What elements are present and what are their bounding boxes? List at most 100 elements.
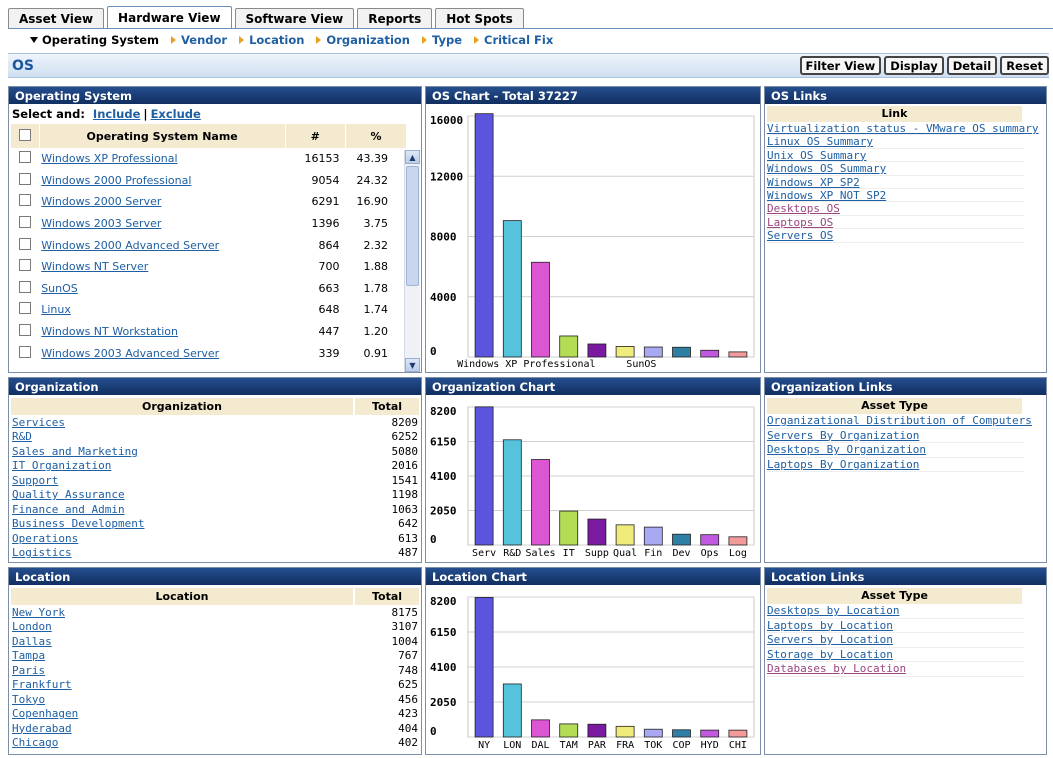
chart-bar[interactable] — [502, 439, 522, 546]
name-link[interactable]: Dallas — [12, 635, 52, 648]
chart-bar[interactable] — [474, 597, 494, 738]
chart-bar[interactable] — [615, 346, 635, 358]
name-link[interactable]: Tampa — [12, 649, 45, 662]
os-name-link[interactable]: SunOS — [41, 282, 78, 295]
row-checkbox[interactable] — [19, 345, 32, 358]
desktops-os-link[interactable]: Desktops OS — [767, 202, 840, 215]
reset-button[interactable]: Reset — [1000, 56, 1049, 75]
chart-bar[interactable] — [700, 729, 720, 738]
row-checkbox[interactable] — [19, 302, 32, 315]
subnav-type[interactable]: Type — [421, 33, 462, 47]
name-link[interactable]: Tokyo — [12, 693, 45, 706]
row-checkbox[interactable] — [19, 172, 32, 185]
os-name-link[interactable]: Windows 2003 Advanced Server — [41, 347, 219, 360]
chart-bar[interactable] — [728, 351, 748, 358]
row-checkbox[interactable] — [19, 216, 32, 229]
chart-bar[interactable] — [474, 113, 494, 358]
row-checkbox[interactable] — [19, 151, 32, 164]
chart-bar[interactable] — [615, 524, 635, 546]
windows-xp-not-sp2-link[interactable]: Windows XP NOT SP2 — [767, 189, 886, 202]
name-link[interactable]: Support — [12, 474, 58, 487]
os-name-link[interactable]: Windows 2003 Server — [41, 217, 161, 230]
windows-os-summary-link[interactable]: Windows OS Summary — [767, 162, 886, 175]
row-checkbox[interactable] — [19, 237, 32, 250]
subnav-vendor[interactable]: Vendor — [171, 33, 227, 47]
select-all-checkbox[interactable] — [18, 128, 31, 141]
chart-bar[interactable] — [531, 459, 550, 546]
laptops-os-link[interactable]: Laptops OS — [767, 216, 833, 229]
name-link[interactable]: Services — [12, 416, 65, 429]
desktops-by-location-link[interactable]: Desktops by Location — [767, 604, 899, 617]
include-link[interactable]: Include — [93, 107, 140, 121]
tab-hardware-view[interactable]: Hardware View — [107, 6, 232, 29]
chart-bar[interactable] — [531, 261, 550, 358]
subnav-organization[interactable]: Organization — [316, 33, 410, 47]
name-link[interactable]: Sales and Marketing — [12, 445, 138, 458]
tab-software-view[interactable]: Software View — [234, 8, 355, 28]
name-link[interactable]: Chicago — [12, 736, 58, 749]
filter-view-button[interactable]: Filter View — [799, 56, 882, 75]
name-link[interactable]: New York — [12, 606, 65, 619]
tab-reports[interactable]: Reports — [357, 8, 433, 28]
row-checkbox[interactable] — [19, 324, 32, 337]
scroll-up-button[interactable]: ▲ — [405, 150, 420, 164]
chart-bar[interactable] — [643, 346, 663, 358]
chart-bar[interactable] — [531, 719, 550, 738]
windows-xp-sp2-link[interactable]: Windows XP SP2 — [767, 176, 860, 189]
os-name-link[interactable]: Linux — [41, 303, 71, 316]
laptops-by-organization-link[interactable]: Laptops By Organization — [767, 458, 919, 471]
organizational-distribution-of-computers-link[interactable]: Organizational Distribution of Computers — [767, 414, 1032, 427]
virtualization-status-vmware-os-summary-link[interactable]: Virtualization status - VMware OS summar… — [767, 122, 1039, 135]
servers-by-location-link[interactable]: Servers by Location — [767, 633, 893, 646]
chart-bar[interactable] — [672, 533, 691, 546]
chart-bar[interactable] — [672, 346, 691, 358]
row-checkbox[interactable] — [19, 280, 32, 293]
exclude-link[interactable]: Exclude — [151, 107, 201, 121]
os-name-link[interactable]: Windows 2000 Professional — [41, 174, 191, 187]
name-link[interactable]: Business Development — [12, 517, 144, 530]
os-name-link[interactable]: Windows NT Server — [41, 260, 148, 273]
laptops-by-location-link[interactable]: Laptops by Location — [767, 619, 893, 632]
databases-by-location-link[interactable]: Databases by Location — [767, 662, 906, 675]
chart-bar[interactable] — [587, 343, 607, 358]
name-link[interactable]: IT Organization — [12, 459, 111, 472]
name-link[interactable]: Operations — [12, 532, 78, 545]
name-link[interactable]: Quality Assurance — [12, 488, 125, 501]
desktops-by-organization-link[interactable]: Desktops By Organization — [767, 443, 926, 456]
chart-bar[interactable] — [474, 406, 494, 546]
name-link[interactable]: Paris — [12, 664, 45, 677]
detail-button[interactable]: Detail — [946, 56, 998, 75]
chart-bar[interactable] — [643, 526, 663, 546]
chart-bar[interactable] — [587, 518, 607, 546]
chart-bar[interactable] — [559, 510, 579, 546]
tab-hot-spots[interactable]: Hot Spots — [435, 8, 524, 28]
scroll-thumb[interactable] — [406, 166, 419, 286]
chart-bar[interactable] — [615, 725, 635, 738]
subnav-location[interactable]: Location — [239, 33, 304, 47]
chart-bar[interactable] — [502, 220, 522, 358]
chart-bar[interactable] — [587, 723, 607, 738]
os-name-link[interactable]: Windows XP Professional — [41, 152, 177, 165]
chart-bar[interactable] — [728, 729, 748, 738]
name-link[interactable]: Logistics — [12, 546, 72, 559]
linux-os-summary-link[interactable]: Linux OS Summary — [767, 135, 873, 148]
storage-by-location-link[interactable]: Storage by Location — [767, 648, 893, 661]
subnav-critical-fix[interactable]: Critical Fix — [474, 33, 553, 47]
tab-asset-view[interactable]: Asset View — [8, 8, 105, 28]
chart-bar[interactable] — [672, 729, 691, 738]
chart-bar[interactable] — [559, 335, 579, 358]
chart-bar[interactable] — [700, 349, 720, 358]
servers-os-link[interactable]: Servers OS — [767, 229, 833, 242]
name-link[interactable]: London — [12, 620, 52, 633]
name-link[interactable]: R&D — [12, 430, 32, 443]
os-scrollbar[interactable]: ▲ ▼ — [404, 150, 420, 372]
chart-bar[interactable] — [643, 728, 663, 738]
os-name-link[interactable]: Windows 2000 Server — [41, 195, 161, 208]
row-checkbox[interactable] — [19, 194, 32, 207]
scroll-down-button[interactable]: ▼ — [405, 358, 420, 372]
chart-bar[interactable] — [700, 534, 720, 546]
servers-by-organization-link[interactable]: Servers By Organization — [767, 429, 919, 442]
name-link[interactable]: Hyderabad — [12, 722, 72, 735]
name-link[interactable]: Frankfurt — [12, 678, 72, 691]
subnav-operating-system[interactable]: Operating System — [30, 33, 159, 47]
